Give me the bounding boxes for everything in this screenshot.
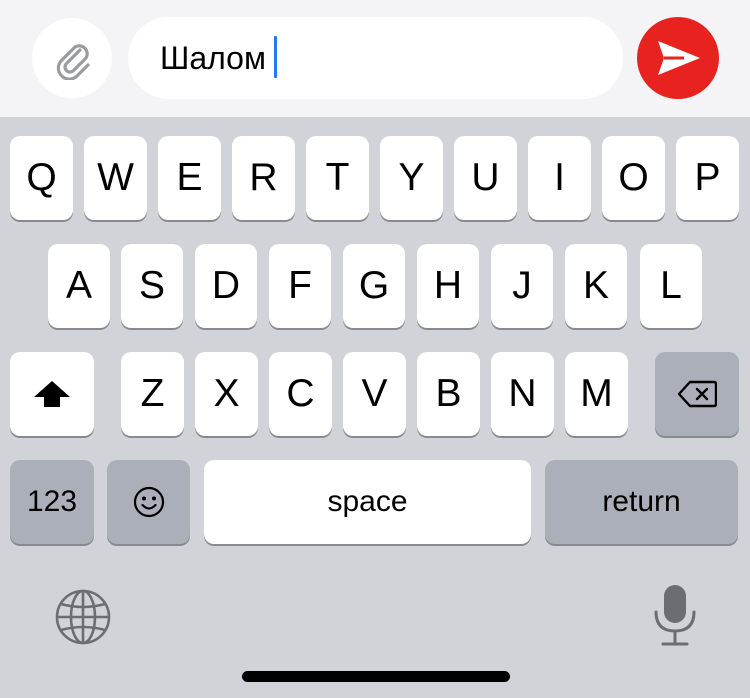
globe-button[interactable] <box>54 588 112 646</box>
key-h[interactable]: H <box>417 244 479 328</box>
key-g[interactable]: G <box>343 244 405 328</box>
microphone-icon <box>654 585 696 646</box>
shift-arrow-icon <box>34 381 70 407</box>
message-text-field[interactable]: Шалом <box>128 17 623 99</box>
key-label: Z <box>140 372 165 415</box>
key-p[interactable]: P <box>676 136 739 220</box>
return-key[interactable]: return <box>545 460 738 544</box>
key-y[interactable]: Y <box>380 136 443 220</box>
key-label: W <box>97 156 134 199</box>
key-d[interactable]: D <box>195 244 257 328</box>
globe-icon <box>55 589 111 645</box>
text-caret <box>274 36 277 78</box>
emoji-key[interactable] <box>107 460 190 544</box>
key-label: K <box>582 264 609 307</box>
key-k[interactable]: K <box>565 244 627 328</box>
shift-key[interactable] <box>10 352 94 436</box>
attach-button[interactable] <box>32 18 112 98</box>
key-label: N <box>508 372 537 415</box>
home-indicator[interactable] <box>242 671 510 682</box>
return-key-label: return <box>602 485 681 518</box>
key-label: D <box>211 264 241 307</box>
key-label: Y <box>398 156 425 199</box>
key-label: M <box>580 372 613 415</box>
key-label: R <box>249 156 278 199</box>
key-label: P <box>694 156 721 199</box>
key-r[interactable]: R <box>232 136 295 220</box>
message-text: Шалом <box>160 40 266 76</box>
key-w[interactable]: W <box>84 136 147 220</box>
key-label: E <box>176 156 203 199</box>
backspace-key[interactable] <box>655 352 739 436</box>
key-q[interactable]: Q <box>10 136 73 220</box>
key-v[interactable]: V <box>343 352 406 436</box>
key-i[interactable]: I <box>528 136 591 220</box>
key-n[interactable]: N <box>491 352 554 436</box>
key-j[interactable]: J <box>491 244 553 328</box>
key-label: S <box>138 264 165 307</box>
paperclip-icon <box>56 44 90 80</box>
key-a[interactable]: A <box>48 244 110 328</box>
key-c[interactable]: C <box>269 352 332 436</box>
key-o[interactable]: O <box>602 136 665 220</box>
key-e[interactable]: E <box>158 136 221 220</box>
space-key-label: space <box>327 485 408 518</box>
key-b[interactable]: B <box>417 352 480 436</box>
key-u[interactable]: U <box>454 136 517 220</box>
key-label: A <box>65 264 92 307</box>
key-label: U <box>471 156 500 199</box>
backspace-icon <box>677 380 717 408</box>
key-label: X <box>213 372 240 415</box>
key-z[interactable]: Z <box>121 352 184 436</box>
key-label: G <box>358 264 390 307</box>
numbers-key[interactable]: 123 <box>10 460 94 544</box>
send-button[interactable] <box>637 17 719 99</box>
numbers-key-label: 123 <box>26 485 78 518</box>
key-x[interactable]: X <box>195 352 258 436</box>
key-label: J <box>512 264 532 307</box>
message-input-bar: Шалом <box>0 0 750 117</box>
key-label: Q <box>26 156 57 199</box>
key-label: V <box>361 372 388 415</box>
key-label: B <box>435 372 462 415</box>
key-l[interactable]: L <box>640 244 702 328</box>
key-label: T <box>325 156 350 199</box>
key-m[interactable]: M <box>565 352 628 436</box>
send-arrow-icon <box>658 41 700 75</box>
key-label: I <box>554 156 565 199</box>
key-f[interactable]: F <box>269 244 331 328</box>
key-s[interactable]: S <box>121 244 183 328</box>
key-label: F <box>288 264 312 307</box>
key-label: C <box>286 372 315 415</box>
emoji-icon <box>133 486 164 518</box>
key-label: H <box>433 264 463 307</box>
key-label: O <box>618 156 649 199</box>
keyboard: Q W E R T Y U I O P A S D F G H J K L Z … <box>0 117 750 698</box>
space-key[interactable]: space <box>204 460 531 544</box>
key-label: L <box>660 264 682 307</box>
microphone-button[interactable] <box>652 583 698 647</box>
key-t[interactable]: T <box>306 136 369 220</box>
